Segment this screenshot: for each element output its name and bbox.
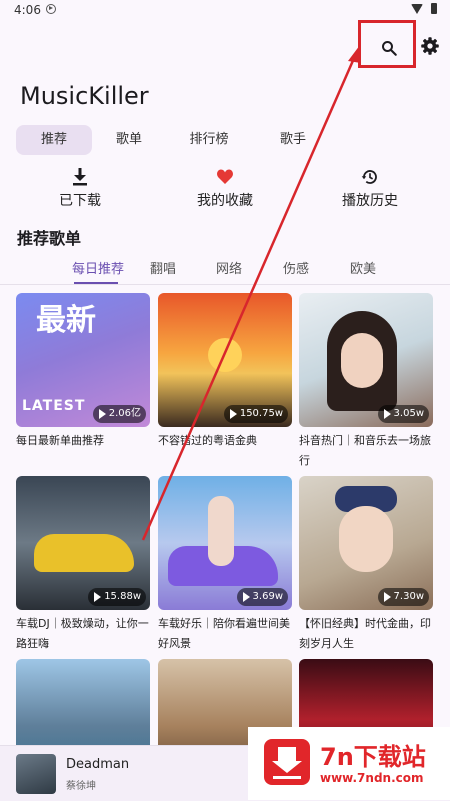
watermark-logo: 7n下载站 www.7ndn.com: [248, 727, 450, 800]
annotation-arrow: [141, 45, 361, 541]
song-artist: 蔡徐坤: [66, 781, 96, 792]
watermark-title: 7n下载站: [320, 743, 426, 771]
album-art: [16, 754, 56, 794]
watermark-url: www.7ndn.com: [320, 771, 424, 785]
song-title: Deadman: [66, 757, 130, 772]
download-badge-icon: [264, 739, 310, 785]
